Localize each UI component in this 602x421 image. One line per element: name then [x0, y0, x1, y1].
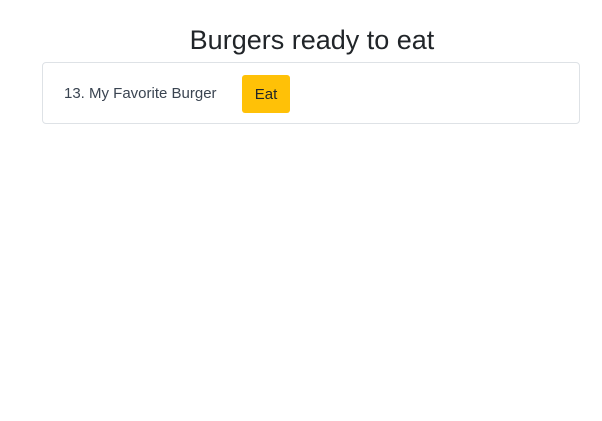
burger-name: 13. My Favorite Burger — [64, 85, 217, 102]
page-title: Burgers ready to eat — [189, 25, 435, 55]
burger-list: 13. My Favorite Burger Eat — [42, 62, 580, 124]
eat-button[interactable]: Eat — [242, 75, 290, 113]
